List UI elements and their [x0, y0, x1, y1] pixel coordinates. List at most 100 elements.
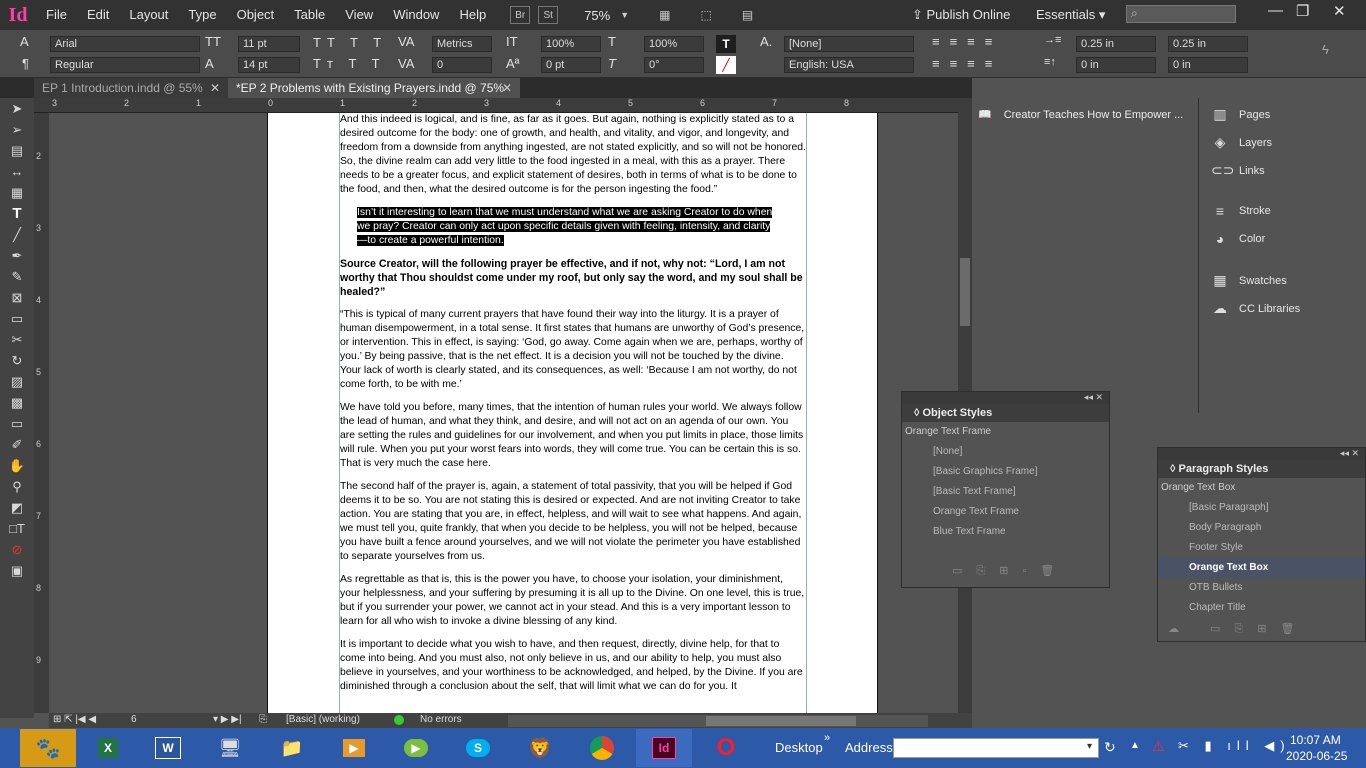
menu-file[interactable]: File [36, 0, 77, 30]
player-taskbar-button[interactable]: ▶ [388, 729, 444, 767]
address-dropdown-icon[interactable]: ▾ [1087, 741, 1092, 752]
close-tab-icon[interactable]: ✕ [210, 78, 220, 98]
paragraph-style-item[interactable]: Chapter Title [1158, 598, 1365, 618]
font-style-field[interactable]: Regular [50, 57, 200, 73]
workspace-switcher[interactable]: Essentials ▾ [1036, 7, 1105, 23]
leading-field[interactable]: 14 pt [238, 57, 300, 73]
panel-grip[interactable]: ◂◂ ✕ [1158, 448, 1365, 460]
media-player-taskbar-button[interactable]: ▶ [326, 729, 382, 767]
line-tool-icon[interactable]: ╱ [0, 224, 34, 245]
stroke-panel-button[interactable]: ≡ Stroke [1211, 203, 1271, 219]
right-indent-field[interactable]: 0.25 in [1168, 36, 1248, 52]
scroll-thumb[interactable] [960, 258, 970, 326]
paragraph-styles-footer-icons[interactable]: ☁ ▭⎘⊞🗑 [1168, 622, 1308, 636]
restore-button[interactable]: ❐ [1296, 2, 1309, 20]
preflight-profile[interactable]: [Basic] (working) [286, 714, 360, 725]
scissors-tool-icon[interactable]: ✂ [0, 329, 34, 350]
tracking-field[interactable]: 0 [432, 57, 492, 73]
eyedropper-tool-icon[interactable]: ✐ [0, 434, 34, 455]
word-taskbar-button[interactable]: W [140, 729, 196, 767]
body-paragraph[interactable]: We have told you before, many times, tha… [340, 401, 806, 471]
object-style-item[interactable]: Blue Text Frame [902, 522, 1109, 542]
page-nav-next-icons[interactable]: ▾ ▶ ▶| [213, 714, 242, 725]
cc-libraries-panel-button[interactable]: ☁ CC Libraries [1211, 300, 1300, 317]
underline-buttons[interactable]: Tт T T [313, 56, 386, 71]
tab-ep1[interactable]: EP 1 Introduction.indd @ 55% ✕ [34, 78, 228, 98]
screen-mode-tool-icon[interactable]: ▣ [0, 560, 34, 581]
orange-text-box-selected[interactable]: Isn’t it interesting to learn that we mu… [357, 206, 773, 248]
layers-panel-button[interactable]: ◈ Layers [1211, 134, 1272, 151]
menu-view[interactable]: View [335, 0, 383, 30]
font-family-field[interactable]: Arial [50, 36, 200, 52]
caps-buttons[interactable]: TT T T [313, 35, 387, 50]
gradient-feather-tool-icon[interactable]: ▩ [0, 392, 34, 413]
menu-window[interactable]: Window [383, 0, 449, 30]
paragraph-style-item[interactable]: Footer Style [1158, 538, 1365, 558]
content-collector-icon[interactable]: ▦ [0, 182, 34, 203]
body-paragraph[interactable]: It is important to decide what you wish … [340, 638, 806, 694]
object-style-item[interactable]: Orange Text Frame [902, 502, 1109, 522]
menu-table[interactable]: Table [284, 0, 335, 30]
paragraph-style-item[interactable]: [Basic Paragraph] [1158, 498, 1365, 518]
body-paragraph[interactable]: As regrettable as that is, this is the p… [340, 573, 806, 629]
selected-text[interactable]: Isn’t it interesting to learn that we mu… [357, 207, 773, 246]
page-nav-icons[interactable]: ⊞ ⇱ |◀ ◀ [53, 714, 96, 725]
desktop-toolbar-label[interactable]: Desktop [775, 740, 823, 755]
refresh-icon[interactable]: ↻ [1104, 739, 1116, 756]
body-paragraph[interactable]: And this indeed is logical, and is fine,… [340, 113, 806, 197]
quick-apply-icon[interactable]: ϟ [1322, 42, 1329, 57]
rectangle-tool-icon[interactable]: ▭ [0, 308, 34, 329]
clock-date[interactable]: 2020-06-25 [1286, 749, 1347, 763]
rectangle-frame-tool-icon[interactable]: ⊠ [0, 287, 34, 308]
page-number[interactable]: 6 [131, 714, 137, 725]
align-buttons-bottom[interactable]: ≡≡≡≡ [932, 56, 1002, 71]
align-buttons-top[interactable]: ≡≡≡≡ [932, 34, 1002, 49]
zoom-level[interactable]: 75% [584, 8, 610, 23]
swatches-panel-button[interactable]: ▦ Swatches [1211, 272, 1286, 289]
system-tray-icons[interactable]: ✂ ▮ ıll ◀) [1178, 738, 1291, 754]
note-tool-icon[interactable]: ▭ [0, 413, 34, 434]
vertical-scale-field[interactable]: 100% [541, 36, 601, 52]
apply-none-icon[interactable]: ⊘ [0, 539, 34, 560]
opera-taskbar-button[interactable]: O [698, 729, 754, 767]
font-size-field[interactable]: 11 pt [238, 36, 300, 52]
object-styles-title[interactable]: ◊ Object Styles [902, 404, 1109, 422]
body-paragraph[interactable]: The second half of the prayer is, again,… [340, 480, 806, 564]
preflight-errors[interactable]: No errors [420, 714, 462, 725]
menu-type[interactable]: Type [178, 0, 226, 30]
zoom-tool-icon[interactable]: ⚲ [0, 476, 34, 497]
adobe-tray-icon[interactable]: ⚠ [1152, 738, 1165, 755]
address-input[interactable]: ▾ [893, 738, 1099, 758]
publish-online-button[interactable]: ⇪ Publish Online [912, 7, 1010, 23]
space-before-field[interactable]: 0 in [1076, 57, 1156, 73]
pencil-tool-icon[interactable]: ✎ [0, 266, 34, 287]
selection-tool-icon[interactable]: ➤ [0, 98, 34, 119]
stock-button[interactable]: St [538, 6, 559, 24]
menu-layout[interactable]: Layout [119, 0, 178, 30]
fill-stroke-icon[interactable]: ◩ [0, 497, 34, 518]
links-panel-button[interactable]: ⊂⊃ Links [1211, 162, 1265, 179]
gap-tool-icon[interactable]: ↔ [0, 161, 34, 182]
close-button[interactable]: ✕ [1333, 2, 1346, 20]
menu-help[interactable]: Help [449, 0, 496, 30]
free-transform-tool-icon[interactable]: ↻ [0, 350, 34, 371]
text-frame[interactable]: And this indeed is logical, and is fine,… [339, 113, 807, 713]
question-paragraph[interactable]: Source Creator, will the following praye… [340, 257, 806, 299]
object-styles-footer-icons[interactable]: ▭⎘⊞▫🗑 [952, 564, 1068, 578]
kerning-field[interactable]: Metrics [432, 36, 492, 52]
stroke-color-swatch[interactable]: ╱ [716, 56, 736, 74]
skew-field[interactable]: 0° [644, 57, 704, 73]
character-style-field[interactable]: [None] [784, 36, 914, 52]
object-style-item[interactable]: [Basic Text Frame] [902, 482, 1109, 502]
object-style-item[interactable]: [Basic Graphics Frame] [902, 462, 1109, 482]
space-after-field[interactable]: 0 in [1168, 57, 1248, 73]
tab-ep2[interactable]: *EP 2 Problems with Existing Prayers.ind… [228, 78, 520, 98]
menu-object[interactable]: Object [227, 0, 285, 30]
character-formatting-icon[interactable]: A [20, 34, 29, 49]
horizontal-scroll-thumb[interactable] [706, 716, 856, 726]
toolbar-expand-icon[interactable]: » [824, 732, 830, 744]
language-field[interactable]: English: USA [784, 57, 914, 73]
direct-selection-tool-icon[interactable]: ➢ [0, 119, 34, 140]
paragraph-style-item[interactable]: OTB Bullets [1158, 578, 1365, 598]
paragraph-formatting-icon[interactable]: ¶ [22, 56, 29, 71]
